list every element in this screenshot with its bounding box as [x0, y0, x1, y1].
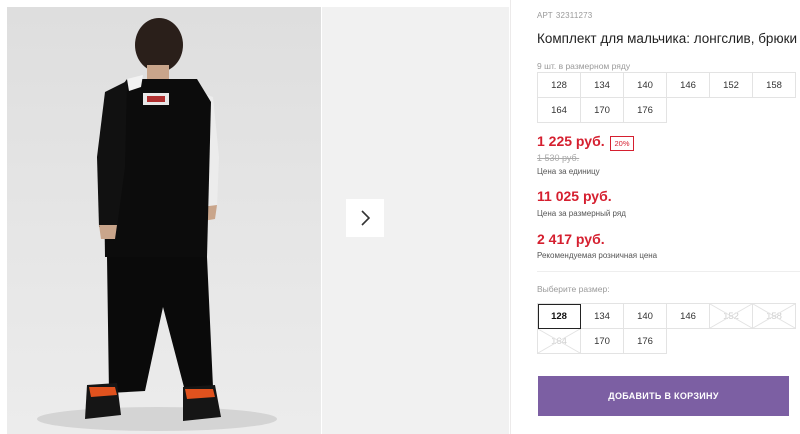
size-option-146[interactable]: 146	[667, 304, 710, 329]
size-run-cell: 164	[538, 98, 581, 123]
size-option-140[interactable]: 140	[624, 304, 667, 329]
size-option-134[interactable]: 134	[581, 304, 624, 329]
recommended-retail-price-label: Рекомендуемая розничная цена	[537, 251, 658, 260]
unavailable-cross-icon	[538, 329, 580, 353]
unit-price: 1 225 руб.	[537, 133, 605, 149]
size-selector: 128 134 140 146 152 158 164 170 176	[537, 303, 796, 354]
size-option-176[interactable]: 176	[624, 329, 667, 354]
sku-value: 32311273	[555, 11, 593, 20]
size-run-label: 9 шт. в размерном ряду	[537, 61, 631, 71]
size-run-cell: 158	[753, 73, 796, 98]
sku-label: АРТ	[537, 11, 553, 20]
unavailable-cross-icon	[710, 304, 752, 328]
size-option-158: 158	[753, 304, 796, 329]
size-run-cell: 170	[581, 98, 624, 123]
size-run-cell: 152	[710, 73, 753, 98]
size-option-170[interactable]: 170	[581, 329, 624, 354]
size-option-128[interactable]: 128	[538, 304, 581, 329]
section-divider	[537, 271, 800, 272]
product-photo-main[interactable]	[7, 7, 321, 434]
size-run-grid: 128 134 140 146 152 158 164 170 176	[537, 72, 796, 123]
column-divider	[510, 0, 511, 434]
size-run-price-label: Цена за размерный ряд	[537, 209, 626, 218]
gallery-next-button[interactable]	[346, 199, 384, 237]
unit-price-label: Цена за единицу	[537, 167, 600, 176]
product-photo-illustration	[37, 18, 277, 431]
product-title: Комплект для мальчика: лонгслив, брюки	[537, 31, 798, 46]
size-option-164: 164	[538, 329, 581, 354]
chevron-right-icon	[361, 210, 370, 226]
size-run-cell: 140	[624, 73, 667, 98]
size-run-cell: 146	[667, 73, 710, 98]
size-option-152: 152	[710, 304, 753, 329]
size-run-price: 11 025 руб.	[537, 188, 612, 204]
size-run-cell: 128	[538, 73, 581, 98]
size-run-cell: 176	[624, 98, 667, 123]
unavailable-cross-icon	[753, 304, 795, 328]
product-sku: АРТ 32311273	[537, 11, 592, 20]
add-to-cart-button[interactable]: ДОБАВИТЬ В КОРЗИНУ	[538, 376, 789, 416]
discount-badge: 20%	[610, 136, 634, 151]
size-run-cell: 134	[581, 73, 624, 98]
recommended-retail-price: 2 417 руб.	[537, 231, 605, 247]
choose-size-label: Выберите размер:	[537, 284, 610, 294]
old-price: 1 530 руб.	[537, 153, 580, 163]
